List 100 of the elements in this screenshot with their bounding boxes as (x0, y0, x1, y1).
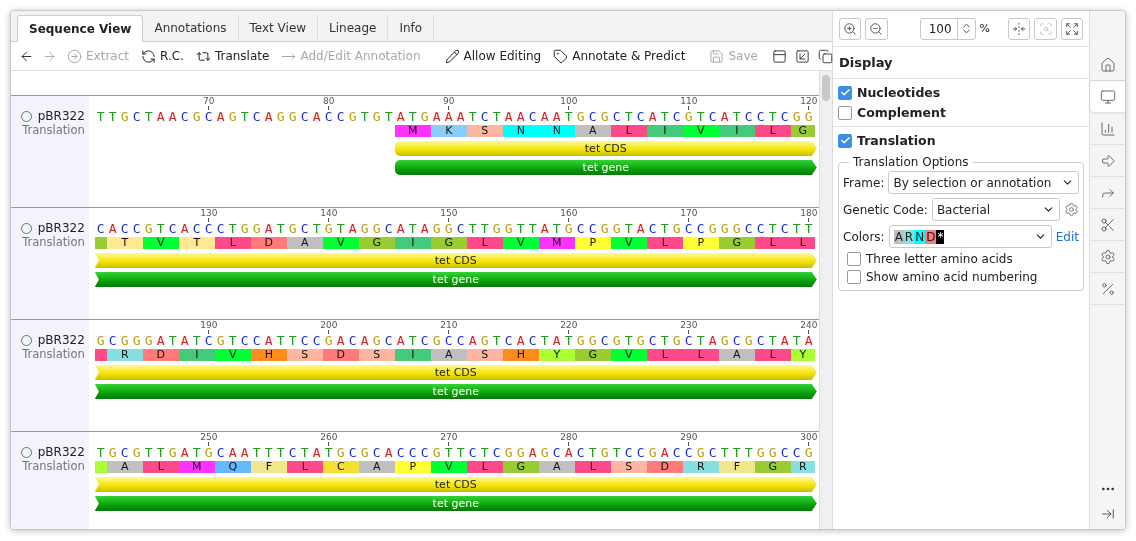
fold-arrows-button[interactable] (1008, 17, 1031, 40)
amino-acid: T (178, 237, 215, 249)
amino-acid: S (286, 349, 323, 361)
checkbox[interactable]: Three letter amino acids (847, 252, 1079, 266)
amino-acid: F (718, 461, 755, 473)
ruler-number: 70 (203, 96, 215, 106)
amino-acid: V (214, 349, 251, 361)
zoom-out-icon (869, 21, 884, 36)
amino-acid: G (574, 349, 611, 361)
amino-acid: S (466, 349, 503, 361)
amino-acid: V (610, 237, 647, 249)
ruler-number: 270 (440, 432, 458, 442)
annotation-bar[interactable]: tet CDS (94, 477, 817, 492)
amino-acid: Q (214, 461, 251, 473)
toolbar-button[interactable]: Allow Editing (440, 46, 546, 66)
amino-acid: N (538, 125, 575, 137)
amino-acid: D (646, 461, 683, 473)
amino-acid: A (106, 461, 143, 473)
amino-acid: V (142, 237, 179, 249)
checkbox[interactable]: Translation (838, 133, 1084, 148)
scrollbar[interactable] (819, 71, 832, 529)
amino-acid: P (682, 237, 719, 249)
annotation-bar[interactable]: tet CDS (94, 253, 817, 268)
amino-acid: M (178, 461, 215, 473)
ruler-number: 230 (680, 320, 698, 330)
track-name: Translation (22, 347, 85, 361)
annotation-bar[interactable]: tet CDS (394, 141, 817, 156)
monitor-tab[interactable] (1090, 81, 1125, 113)
field-label: Colors: (843, 229, 885, 244)
amino-acid: D (250, 237, 287, 249)
amino-acid: L (754, 125, 791, 137)
color-swatch: N (914, 229, 926, 244)
settings-icon[interactable] (1064, 202, 1079, 217)
amino-acid: L (286, 461, 323, 473)
tag-icon (553, 48, 569, 64)
amino-acid: D (322, 349, 359, 361)
amino-acid: K (430, 125, 467, 137)
amino-acid: L (214, 237, 251, 249)
checkbox[interactable]: Nucleotides (838, 85, 1084, 100)
amino-acid: P (574, 237, 611, 249)
colors-dropdown[interactable]: A R N D * (888, 225, 1052, 248)
amino-acid: P (394, 461, 431, 473)
checkbox[interactable]: Complement (838, 105, 1084, 120)
amino-acid: V (610, 349, 647, 361)
toolbar-button[interactable]: Translate (191, 46, 274, 66)
scissors-icon (1100, 216, 1116, 233)
tab[interactable]: Sequence View (17, 15, 144, 42)
check-icon (839, 87, 851, 98)
zoom-field[interactable]: 100 (919, 17, 976, 40)
group-title: Translation Options (852, 155, 970, 169)
toolbar-button[interactable]: R.C. (137, 46, 188, 66)
ruler-number: 300 (800, 432, 818, 442)
amino-acid: A (430, 349, 467, 361)
ruler-number: 290 (680, 432, 698, 442)
amino-acid: L (790, 237, 815, 249)
amino-acid: R (106, 349, 143, 361)
checkbox[interactable]: Show amino acid numbering (847, 270, 1079, 284)
track-name: Translation (22, 235, 85, 249)
amino-acid: G (430, 237, 467, 249)
amino-acid: A (358, 461, 395, 473)
zoom-in-button[interactable] (839, 17, 862, 40)
monitor-icon (1100, 88, 1116, 105)
ruler-number: 180 (800, 208, 818, 218)
amino-acid: H (502, 349, 539, 361)
zoom-out-button[interactable] (865, 17, 888, 40)
ruler-number: 260 (320, 432, 338, 442)
sequence-name: pBR322 (37, 333, 85, 347)
zoom-in-icon (843, 21, 858, 36)
amino-acid: S (358, 349, 395, 361)
arrow-to-line-icon (1101, 507, 1115, 521)
amino-acid: Y (790, 349, 815, 361)
amino-acid: L (646, 349, 683, 361)
amino-acid: L (142, 461, 179, 473)
section-title: Display (833, 47, 1089, 79)
ruler-number: 130 (200, 208, 218, 218)
toolbar-button[interactable]: Annotate & Predict (549, 46, 690, 66)
expand-button[interactable] (1060, 17, 1083, 40)
genetic-code-dropdown[interactable]: Bacterial (931, 198, 1060, 221)
edit-link[interactable]: Edit (1055, 229, 1079, 244)
check-icon (839, 135, 851, 146)
sequence-name: pBR322 (37, 221, 85, 235)
ruler-number: 170 (680, 208, 698, 218)
frame-dropdown[interactable]: By selection or annotation (888, 171, 1079, 194)
amino-acid: V (430, 461, 467, 473)
field-label: Genetic Code: (843, 202, 928, 217)
amino-acid: D (142, 349, 179, 361)
settings-icon (1100, 248, 1116, 265)
amino-acid: I (718, 125, 755, 137)
color-swatch: R (903, 229, 915, 244)
ruler-number: 200 (320, 320, 338, 330)
amino-acid: G (790, 125, 815, 137)
amino-acid: L (466, 237, 503, 249)
annotation-bar[interactable]: tet CDS (94, 365, 817, 380)
amino-acid: S (610, 461, 647, 473)
amino-acid: G (358, 237, 395, 249)
amino-acid: A (718, 349, 755, 361)
amino-acid: S (466, 125, 503, 137)
arrow-icon (1100, 152, 1116, 169)
amino-acid: V (502, 237, 539, 249)
field-label: Frame: (843, 175, 885, 190)
